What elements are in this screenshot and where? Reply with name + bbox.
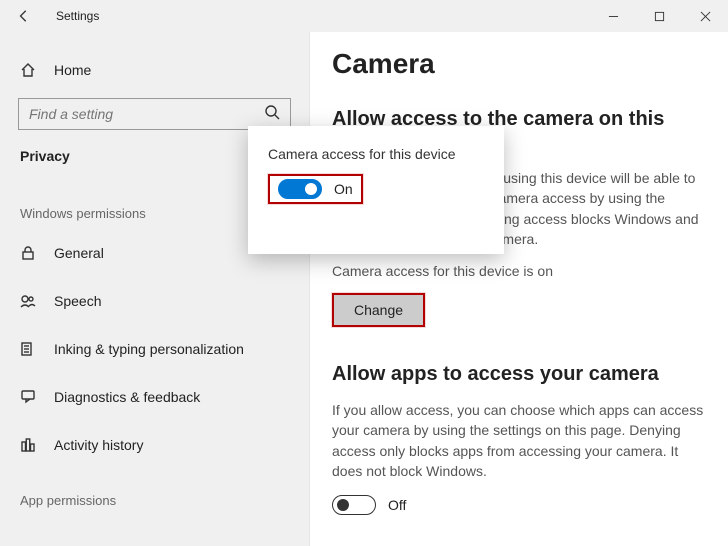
highlight-toggle: On [268,174,363,204]
search-icon [264,104,280,125]
section1-status: Camera access for this device is on [332,263,706,279]
device-access-toggle[interactable] [278,179,322,199]
camera-access-popup: Camera access for this device On [248,126,504,254]
sidebar-group-app-permissions: App permissions [0,469,309,516]
speech-icon [20,293,36,309]
inking-icon [20,341,36,357]
section2-description: If you allow access, you can choose whic… [332,400,706,481]
main-content: Camera Allow access to the camera on thi… [310,32,728,546]
sidebar-item-diagnostics[interactable]: Diagnostics & feedback [0,373,309,421]
device-access-toggle-label: On [334,181,353,197]
history-icon [20,437,36,453]
window-caption-buttons [590,0,728,32]
maximize-button[interactable] [636,0,682,32]
search-input[interactable] [29,106,264,122]
back-button[interactable] [0,0,48,32]
sidebar-item-inking[interactable]: Inking & typing personalization [0,325,309,373]
change-button[interactable]: Change [334,295,423,325]
sidebar-item-label: Diagnostics & feedback [54,389,200,405]
title-bar: Settings [0,0,728,32]
sidebar-item-activity[interactable]: Activity history [0,421,309,469]
sidebar-item-label: Speech [54,293,101,309]
highlight-change: Change [332,293,425,327]
sidebar-item-label: Inking & typing personalization [54,341,244,357]
sidebar-item-speech[interactable]: Speech [0,277,309,325]
feedback-icon [20,389,36,405]
apps-access-toggle[interactable] [332,495,376,515]
lock-icon [20,245,36,261]
popup-title: Camera access for this device [268,146,484,162]
window-title: Settings [56,9,99,23]
sidebar-item-label: Home [54,62,91,78]
sidebar-item-label: Activity history [54,437,143,453]
settings-window: Settings Home Privacy [0,0,728,546]
home-icon [20,62,36,78]
apps-access-toggle-label: Off [388,497,406,513]
sidebar-item-home[interactable]: Home [0,50,309,90]
minimize-button[interactable] [590,0,636,32]
page-title: Camera [332,48,706,80]
close-button[interactable] [682,0,728,32]
sidebar: Home Privacy Windows permissions General [0,32,310,546]
section2-title: Allow apps to access your camera [332,363,706,386]
sidebar-item-label: General [54,245,104,261]
